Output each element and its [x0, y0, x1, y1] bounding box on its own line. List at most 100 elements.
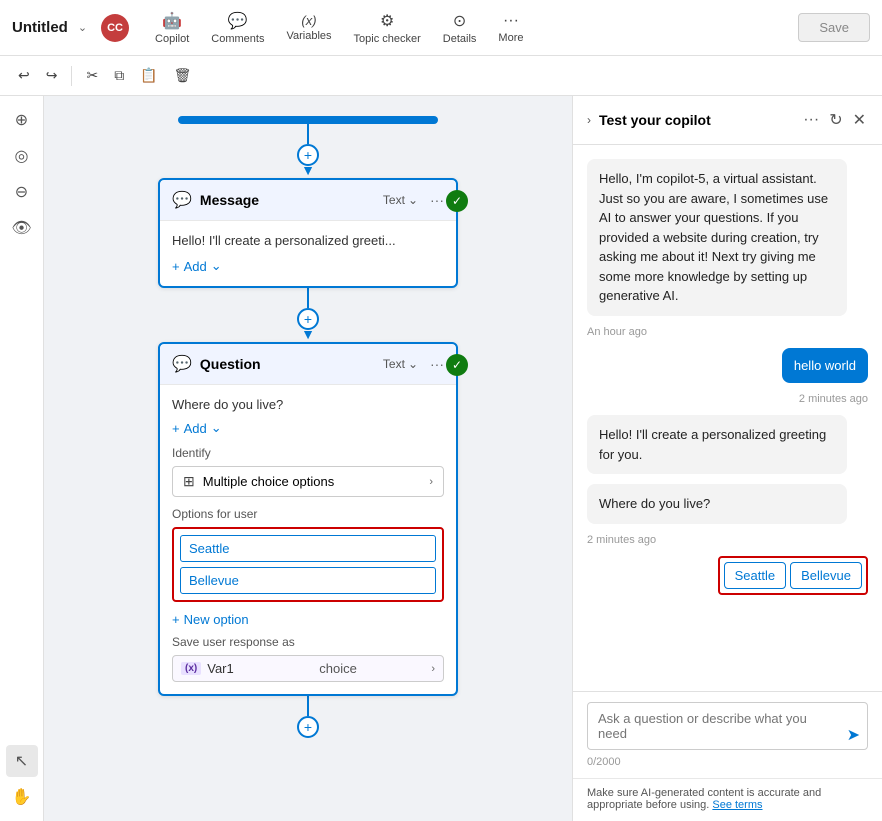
- hand-tool[interactable]: ✋: [6, 781, 38, 813]
- message-node-text: Hello! I'll create a personalized greeti…: [172, 233, 444, 248]
- toolbar-left: Untitled ⌄ CC: [12, 14, 129, 42]
- send-button[interactable]: ➤: [847, 725, 860, 745]
- option-bellevue-text: Bellevue: [189, 573, 427, 588]
- bot-reply2-time: 2 minutes ago: [587, 534, 868, 546]
- toolbar-topic-checker[interactable]: ⚙ Topic checker: [344, 5, 431, 51]
- q-add-plus-icon: +: [172, 421, 180, 436]
- save-response-row[interactable]: (x) Var1 choice ›: [172, 655, 444, 682]
- zoom-out-tool[interactable]: ⊖: [6, 176, 38, 208]
- message-node-icon: 💬: [172, 190, 192, 210]
- toolbar-comments[interactable]: 💬 Comments: [201, 5, 274, 51]
- message-node-menu-icon[interactable]: ···: [430, 192, 444, 208]
- message-node-check: ✓: [446, 190, 468, 212]
- paste-button[interactable]: 📋: [134, 63, 163, 88]
- chat-input[interactable]: [587, 702, 868, 750]
- variables-icon: (x): [301, 13, 316, 28]
- new-option-label: New option: [184, 612, 249, 627]
- comments-label: Comments: [211, 33, 264, 45]
- message-node-header: 💬 Message Text ⌄ ···: [160, 180, 456, 221]
- save-response-section: Save user response as (x) Var1 choice ›: [172, 635, 444, 682]
- var-name: Var1: [207, 661, 313, 676]
- question-node-icon: 💬: [172, 354, 192, 374]
- topic-checker-label: Topic checker: [354, 33, 421, 45]
- message-node-title: Message: [200, 192, 375, 208]
- see-terms-link[interactable]: See terms: [712, 799, 762, 811]
- user-message-time: 2 minutes ago: [799, 393, 868, 405]
- options-box: Seattle Bellevue: [172, 527, 444, 602]
- options-header: Options for user: [172, 507, 444, 521]
- save-button[interactable]: Save: [798, 13, 870, 42]
- main-area: ⊕ ◎ ⊖ 👁 ↖ ✋ + ▼ ✓ 💬 Message Text ⌄: [0, 96, 882, 821]
- question-node-body: Where do you live? + Add ⌄ Identify ⊞ Mu…: [160, 385, 456, 694]
- question-type-label: Text: [383, 357, 405, 371]
- message-node-add[interactable]: + Add ⌄: [172, 258, 444, 274]
- chat-input-wrapper: ➤: [587, 702, 868, 753]
- avatar: CC: [101, 14, 129, 42]
- choice-bellevue-button[interactable]: Bellevue: [790, 562, 862, 589]
- toolbar-details[interactable]: ⊙ Details: [433, 5, 487, 51]
- panel-close-button[interactable]: ✕: [851, 108, 868, 132]
- message-type-badge[interactable]: Text ⌄: [383, 193, 418, 207]
- q-add-label: Add: [184, 421, 207, 436]
- choice-seattle-button[interactable]: Seattle: [724, 562, 786, 589]
- grid-icon: ⊞: [183, 473, 195, 490]
- connector-line-2: [307, 288, 309, 308]
- identify-section: Identify ⊞ Multiple choice options ›: [172, 446, 444, 497]
- q-add-chevron-icon: ⌄: [211, 420, 222, 436]
- message-type-label: Text: [383, 193, 405, 207]
- more-icon: ···: [503, 12, 519, 30]
- identify-label: Identify: [172, 446, 444, 460]
- main-toolbar: Untitled ⌄ CC 🤖 Copilot 💬 Comments (x) V…: [0, 0, 882, 56]
- connector-2: + ▼: [74, 288, 542, 342]
- question-node-title: Question: [200, 356, 375, 372]
- question-type-chevron-icon: ⌄: [408, 357, 418, 371]
- question-type-badge[interactable]: Text ⌄: [383, 357, 418, 371]
- panel-more-button[interactable]: ···: [801, 108, 821, 132]
- bot-intro-bubble: Hello, I'm copilot-5, a virtual assistan…: [587, 159, 847, 316]
- chat-area: Hello, I'm copilot-5, a virtual assistan…: [573, 145, 882, 691]
- add-label: Add: [184, 259, 207, 274]
- copy-button[interactable]: ⧉: [108, 63, 130, 88]
- question-node-add[interactable]: + Add ⌄: [172, 420, 444, 436]
- toolbar-more[interactable]: ··· More: [488, 6, 533, 50]
- redo-button[interactable]: ↪: [40, 63, 64, 88]
- add-node-button-1[interactable]: +: [297, 144, 319, 166]
- right-panel: › Test your copilot ··· ↻ ✕ Hello, I'm c…: [572, 96, 882, 821]
- cut-button[interactable]: ✂: [80, 63, 104, 88]
- panel-chevron-icon[interactable]: ›: [587, 113, 591, 127]
- save-response-label: Save user response as: [172, 635, 444, 649]
- select-tool[interactable]: ↖: [6, 745, 38, 777]
- user-message-bubble: hello world: [782, 348, 868, 384]
- add-node-button-2[interactable]: +: [297, 308, 319, 330]
- copilot-label: Copilot: [155, 33, 189, 45]
- eye-tool[interactable]: 👁: [6, 212, 38, 244]
- option-bellevue[interactable]: Bellevue: [180, 567, 436, 594]
- question-node-menu-icon[interactable]: ···: [430, 356, 444, 372]
- panel-refresh-button[interactable]: ↻: [827, 108, 844, 132]
- undo-button[interactable]: ↩: [12, 63, 36, 88]
- identify-row-text: Multiple choice options: [203, 474, 430, 489]
- panel-header: › Test your copilot ··· ↻ ✕: [573, 96, 882, 145]
- identify-row[interactable]: ⊞ Multiple choice options ›: [172, 466, 444, 497]
- question-label: Where do you live?: [172, 397, 444, 412]
- message-node-body: Hello! I'll create a personalized greeti…: [160, 221, 456, 286]
- top-bar-node: [178, 116, 438, 124]
- toolbar-variables[interactable]: (x) Variables: [276, 7, 341, 48]
- option-seattle[interactable]: Seattle: [180, 535, 436, 562]
- zoom-in-tool[interactable]: ⊕: [6, 104, 38, 136]
- details-label: Details: [443, 33, 477, 45]
- details-icon: ⊙: [453, 11, 466, 31]
- new-option-button[interactable]: + New option: [172, 612, 444, 627]
- delete-button[interactable]: 🗑: [168, 63, 198, 88]
- toolbar-copilot[interactable]: 🤖 Copilot: [145, 5, 199, 51]
- target-tool[interactable]: ◎: [6, 140, 38, 172]
- add-node-button-bottom[interactable]: +: [297, 716, 319, 738]
- connector-1: + ▼: [74, 124, 542, 178]
- add-chevron-icon: ⌄: [211, 258, 222, 274]
- copilot-icon: 🤖: [162, 11, 182, 31]
- var-chevron-icon: ›: [431, 663, 435, 675]
- panel-title: Test your copilot: [599, 112, 793, 128]
- message-node: ✓ 💬 Message Text ⌄ ··· Hello! I'll creat…: [158, 178, 458, 288]
- bottom-connector: +: [297, 696, 319, 738]
- title-chevron-icon[interactable]: ⌄: [78, 21, 87, 34]
